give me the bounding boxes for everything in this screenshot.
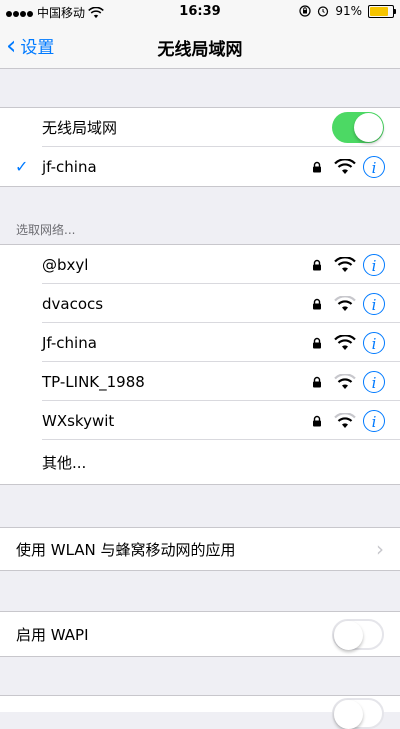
info-button[interactable]: i bbox=[363, 253, 385, 276]
info-button[interactable]: i bbox=[363, 292, 385, 315]
network-name: WXskywit bbox=[42, 411, 115, 430]
networks-group: @bxyl i dvacocs i Jf-china i TP-LINK_198… bbox=[0, 244, 400, 485]
info-button[interactable]: i bbox=[363, 331, 385, 354]
wapi-row: 启用 WAPI bbox=[0, 612, 400, 656]
connected-network-row[interactable]: ✓ jf-china i bbox=[0, 147, 400, 186]
alarm-icon bbox=[318, 6, 329, 17]
wifi-strength-icon bbox=[334, 295, 356, 311]
wapi-toggle[interactable] bbox=[332, 618, 384, 650]
lock-icon bbox=[313, 415, 321, 426]
info-button[interactable]: i bbox=[363, 409, 385, 432]
next-group-partial bbox=[0, 695, 400, 729]
wifi-strength-icon bbox=[334, 256, 356, 272]
network-name: dvacocs bbox=[42, 294, 104, 313]
lock-icon bbox=[313, 298, 321, 309]
page-title: 无线局域网 bbox=[157, 40, 243, 60]
lock-icon bbox=[313, 337, 321, 348]
network-name: TP-LINK_1988 bbox=[42, 372, 145, 391]
section-header: 选取网络... bbox=[16, 223, 76, 237]
chevron-right-icon: › bbox=[376, 537, 384, 561]
network-name: Jf-china bbox=[42, 333, 97, 352]
network-row[interactable]: @bxyl i bbox=[0, 245, 400, 284]
lock-icon bbox=[313, 161, 321, 172]
wifi-strength-icon bbox=[334, 158, 356, 174]
other-network-row[interactable]: 其他... bbox=[0, 440, 400, 484]
info-button[interactable]: i bbox=[363, 370, 385, 393]
checkmark-icon: ✓ bbox=[15, 157, 29, 176]
wapi-label: 启用 WAPI bbox=[16, 625, 89, 644]
wifi-toggle-label: 无线局域网 bbox=[42, 119, 118, 137]
wifi-toggle-row: 无线局域网 bbox=[0, 108, 400, 147]
wlan-apps-label: 使用 WLAN 与蜂窝移动网的应用 bbox=[16, 540, 236, 559]
lock-icon bbox=[313, 259, 321, 270]
battery-fill bbox=[370, 6, 388, 16]
next-toggle-partial[interactable] bbox=[332, 698, 384, 729]
wifi-strength-icon bbox=[334, 412, 356, 428]
other-network-label: 其他... bbox=[42, 453, 87, 472]
status-right: 91% bbox=[299, 4, 396, 18]
network-row[interactable]: WXskywit i bbox=[0, 401, 400, 440]
info-button[interactable]: i bbox=[363, 155, 385, 178]
status-bar: 中国移动 16:39 91% bbox=[0, 0, 400, 22]
lock-icon bbox=[313, 376, 321, 387]
battery-percent: 91% bbox=[335, 4, 362, 18]
orientation-lock-icon bbox=[299, 5, 311, 17]
network-row[interactable]: TP-LINK_1988 i bbox=[0, 362, 400, 401]
wifi-strength-icon bbox=[334, 334, 356, 350]
wlan-apps-row[interactable]: 使用 WLAN 与蜂窝移动网的应用 › bbox=[0, 528, 400, 570]
connected-network-name: jf-china bbox=[42, 157, 97, 176]
wlan-apps-group: 使用 WLAN 与蜂窝移动网的应用 › bbox=[0, 527, 400, 571]
network-row[interactable]: Jf-china i bbox=[0, 323, 400, 362]
wapi-group: 启用 WAPI bbox=[0, 611, 400, 657]
wifi-toggle[interactable] bbox=[332, 112, 384, 143]
battery-icon bbox=[368, 4, 396, 18]
wifi-strength-icon bbox=[334, 373, 356, 389]
nav-bar: ‹ 设置 无线局域网 bbox=[0, 22, 400, 69]
network-name: @bxyl bbox=[42, 255, 89, 274]
wifi-group: 无线局域网 ✓ jf-china i bbox=[0, 107, 400, 187]
network-row[interactable]: dvacocs i bbox=[0, 284, 400, 323]
